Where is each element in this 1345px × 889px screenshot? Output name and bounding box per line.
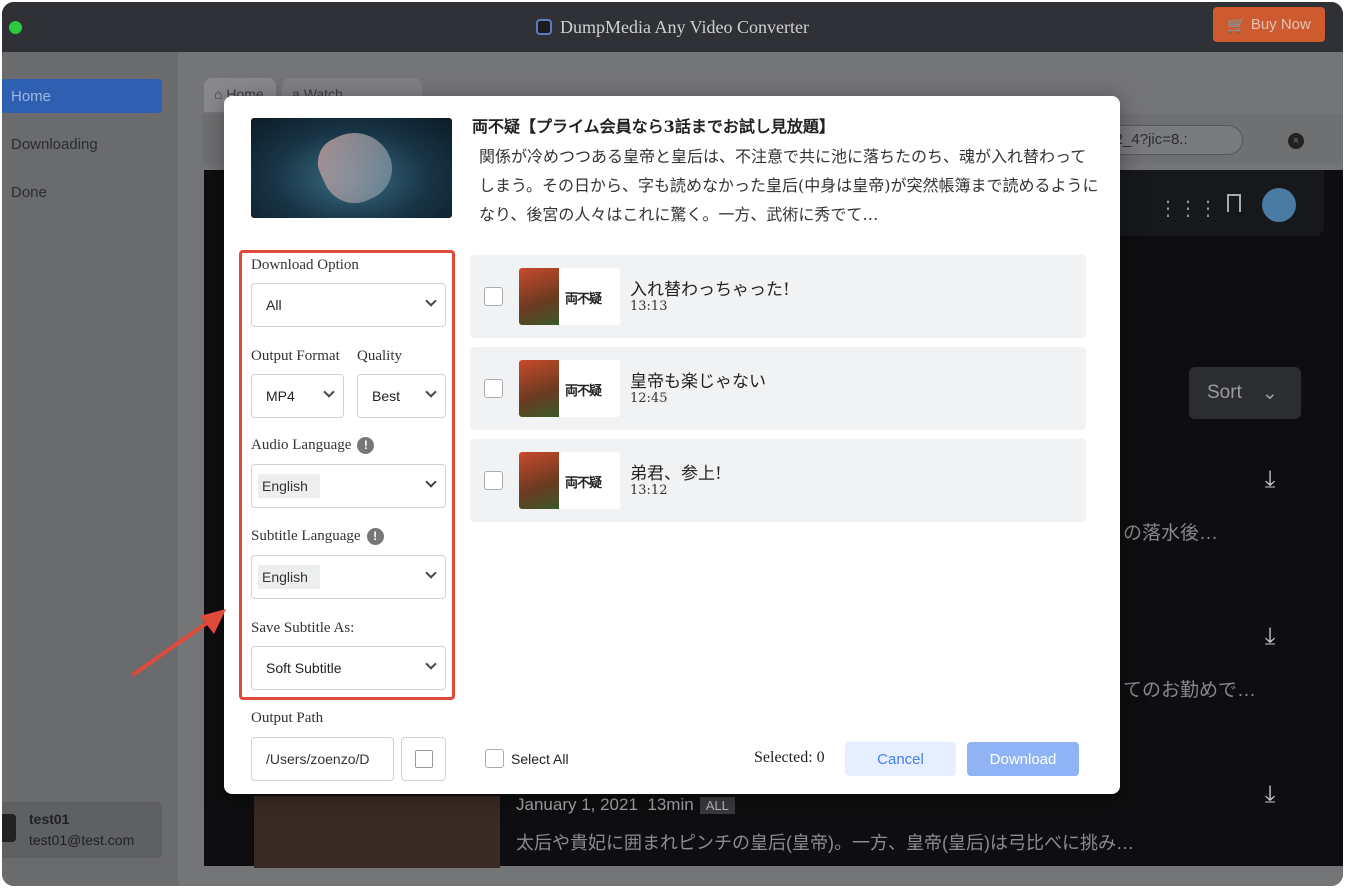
sort-button[interactable]: Sort ⌄ xyxy=(1189,367,1301,419)
buy-now-button[interactable]: 🛒 Buy Now xyxy=(1213,7,1325,42)
chevron-down-icon xyxy=(425,476,437,488)
episode-title: 皇帝も楽じゃない xyxy=(630,372,766,392)
episode-row[interactable]: 両不疑 弟君、参上! 13:12 xyxy=(470,439,1086,522)
profile-icon[interactable] xyxy=(1262,188,1296,222)
app-title: DumpMedia Any Video Converter xyxy=(559,16,810,37)
chevron-down-icon xyxy=(425,295,437,307)
cancel-button[interactable]: Cancel xyxy=(845,742,956,776)
episode-thumbnail: 両不疑 xyxy=(519,268,620,325)
episode-thumbnail: 両不疑 xyxy=(519,360,620,417)
episode-snippet: の落水後… xyxy=(1123,523,1219,544)
episode-row[interactable]: 両不疑 皇帝も楽じゃない 12:45 xyxy=(470,347,1086,430)
output-format-select[interactable]: MP4 xyxy=(251,374,344,418)
episode-description: 太后や貴妃に囲まれピンチの皇后(皇帝)。一方、皇帝(皇后)は弓比べに挑み… xyxy=(516,833,1134,853)
series-description: 関係が冷めつつある皇帝と皇后は、不注意で共に池に落ちたのち、魂が入れ替わってしま… xyxy=(479,147,1099,224)
chevron-down-icon: ⌄ xyxy=(1261,382,1278,404)
browse-folder-button[interactable] xyxy=(401,737,446,781)
download-dialog: 両不疑【プライム会員なら3話までお試し見放題】 関係が冷めつつある皇帝と皇后は、… xyxy=(224,96,1120,794)
select-all-checkbox[interactable] xyxy=(485,749,504,768)
sidebar-item-downloading[interactable]: Downloading xyxy=(2,127,162,161)
episode-thumbnail: 両不疑 xyxy=(519,452,620,509)
chevron-down-icon xyxy=(323,386,335,398)
info-icon[interactable]: ! xyxy=(357,437,375,454)
info-icon[interactable]: ! xyxy=(366,528,384,545)
episode-duration: 13:13 xyxy=(630,299,668,314)
output-format-label: Output Format xyxy=(251,348,340,364)
sidebar-item-home[interactable]: Home xyxy=(2,79,162,113)
close-window-button[interactable] xyxy=(9,21,22,34)
episode-duration: 12:45 xyxy=(630,391,668,406)
download-icon[interactable]: ⤓ xyxy=(1255,622,1285,652)
chevron-down-icon xyxy=(425,386,437,398)
episode-checkbox[interactable] xyxy=(484,287,503,306)
sidebar: Home Downloading Done test01 test01@test… xyxy=(2,52,178,886)
output-path-input[interactable]: /Users/zoenzo/D xyxy=(251,737,394,781)
download-icon[interactable]: ⤓ xyxy=(1255,465,1285,495)
download-option-select[interactable]: All xyxy=(251,283,446,327)
save-subtitle-label: Save Subtitle As: xyxy=(251,620,355,636)
episode-checkbox[interactable] xyxy=(484,379,503,398)
app-logo-icon xyxy=(535,19,552,35)
episode-row[interactable]: 両不疑 入れ替わっちゃった! 13:13 xyxy=(470,255,1086,338)
episode-snippet: てのお勤めで… xyxy=(1123,680,1257,701)
cart-icon: 🛒 xyxy=(1227,16,1246,34)
quality-label: Quality xyxy=(357,348,402,364)
user-profile[interactable]: test01 test01@test.com xyxy=(2,802,162,858)
series-title: 両不疑【プライム会員なら3話までお試し見放題】 xyxy=(472,117,835,136)
apps-grid-icon[interactable]: ⋮⋮⋮ xyxy=(1158,196,1218,221)
episode-thumbnail[interactable] xyxy=(254,796,500,868)
annotation-arrow-icon xyxy=(132,609,226,676)
avatar xyxy=(2,814,16,842)
audio-language-select[interactable]: English xyxy=(251,464,446,508)
selected-count: Selected: 0 xyxy=(754,749,825,766)
clear-url-icon[interactable]: × xyxy=(1288,133,1304,149)
subtitle-language-select[interactable]: English xyxy=(251,555,446,599)
user-name: test01 xyxy=(29,811,70,827)
select-all-label[interactable]: Select All xyxy=(511,751,569,767)
episode-title: 入れ替わっちゃった! xyxy=(630,280,790,300)
user-email: test01@test.com xyxy=(29,832,135,848)
sidebar-item-done[interactable]: Done xyxy=(2,175,162,209)
save-subtitle-select[interactable]: Soft Subtitle xyxy=(251,646,446,690)
subtitle-language-label: Subtitle Language! xyxy=(251,528,384,545)
episode-meta: January 1, 2021 13min ALL xyxy=(516,795,735,815)
title-bar: DumpMedia Any Video Converter 🛒 Buy Now xyxy=(2,2,1343,52)
download-button[interactable]: Download xyxy=(967,742,1079,776)
audio-language-label: Audio Language! xyxy=(251,437,375,454)
output-path-label: Output Path xyxy=(251,710,324,726)
folder-cursor-icon xyxy=(414,750,433,768)
episode-title: 弟君、参上! xyxy=(630,464,722,484)
quality-select[interactable]: Best xyxy=(357,374,446,418)
bookmark-icon[interactable] xyxy=(1227,194,1241,212)
chevron-down-icon xyxy=(425,567,437,579)
download-option-label: Download Option xyxy=(251,257,359,273)
download-icon[interactable]: ⤓ xyxy=(1255,780,1285,810)
episode-duration: 13:12 xyxy=(630,483,668,498)
episode-checkbox[interactable] xyxy=(484,471,503,490)
series-thumbnail xyxy=(251,118,452,218)
chevron-down-icon xyxy=(425,658,437,670)
